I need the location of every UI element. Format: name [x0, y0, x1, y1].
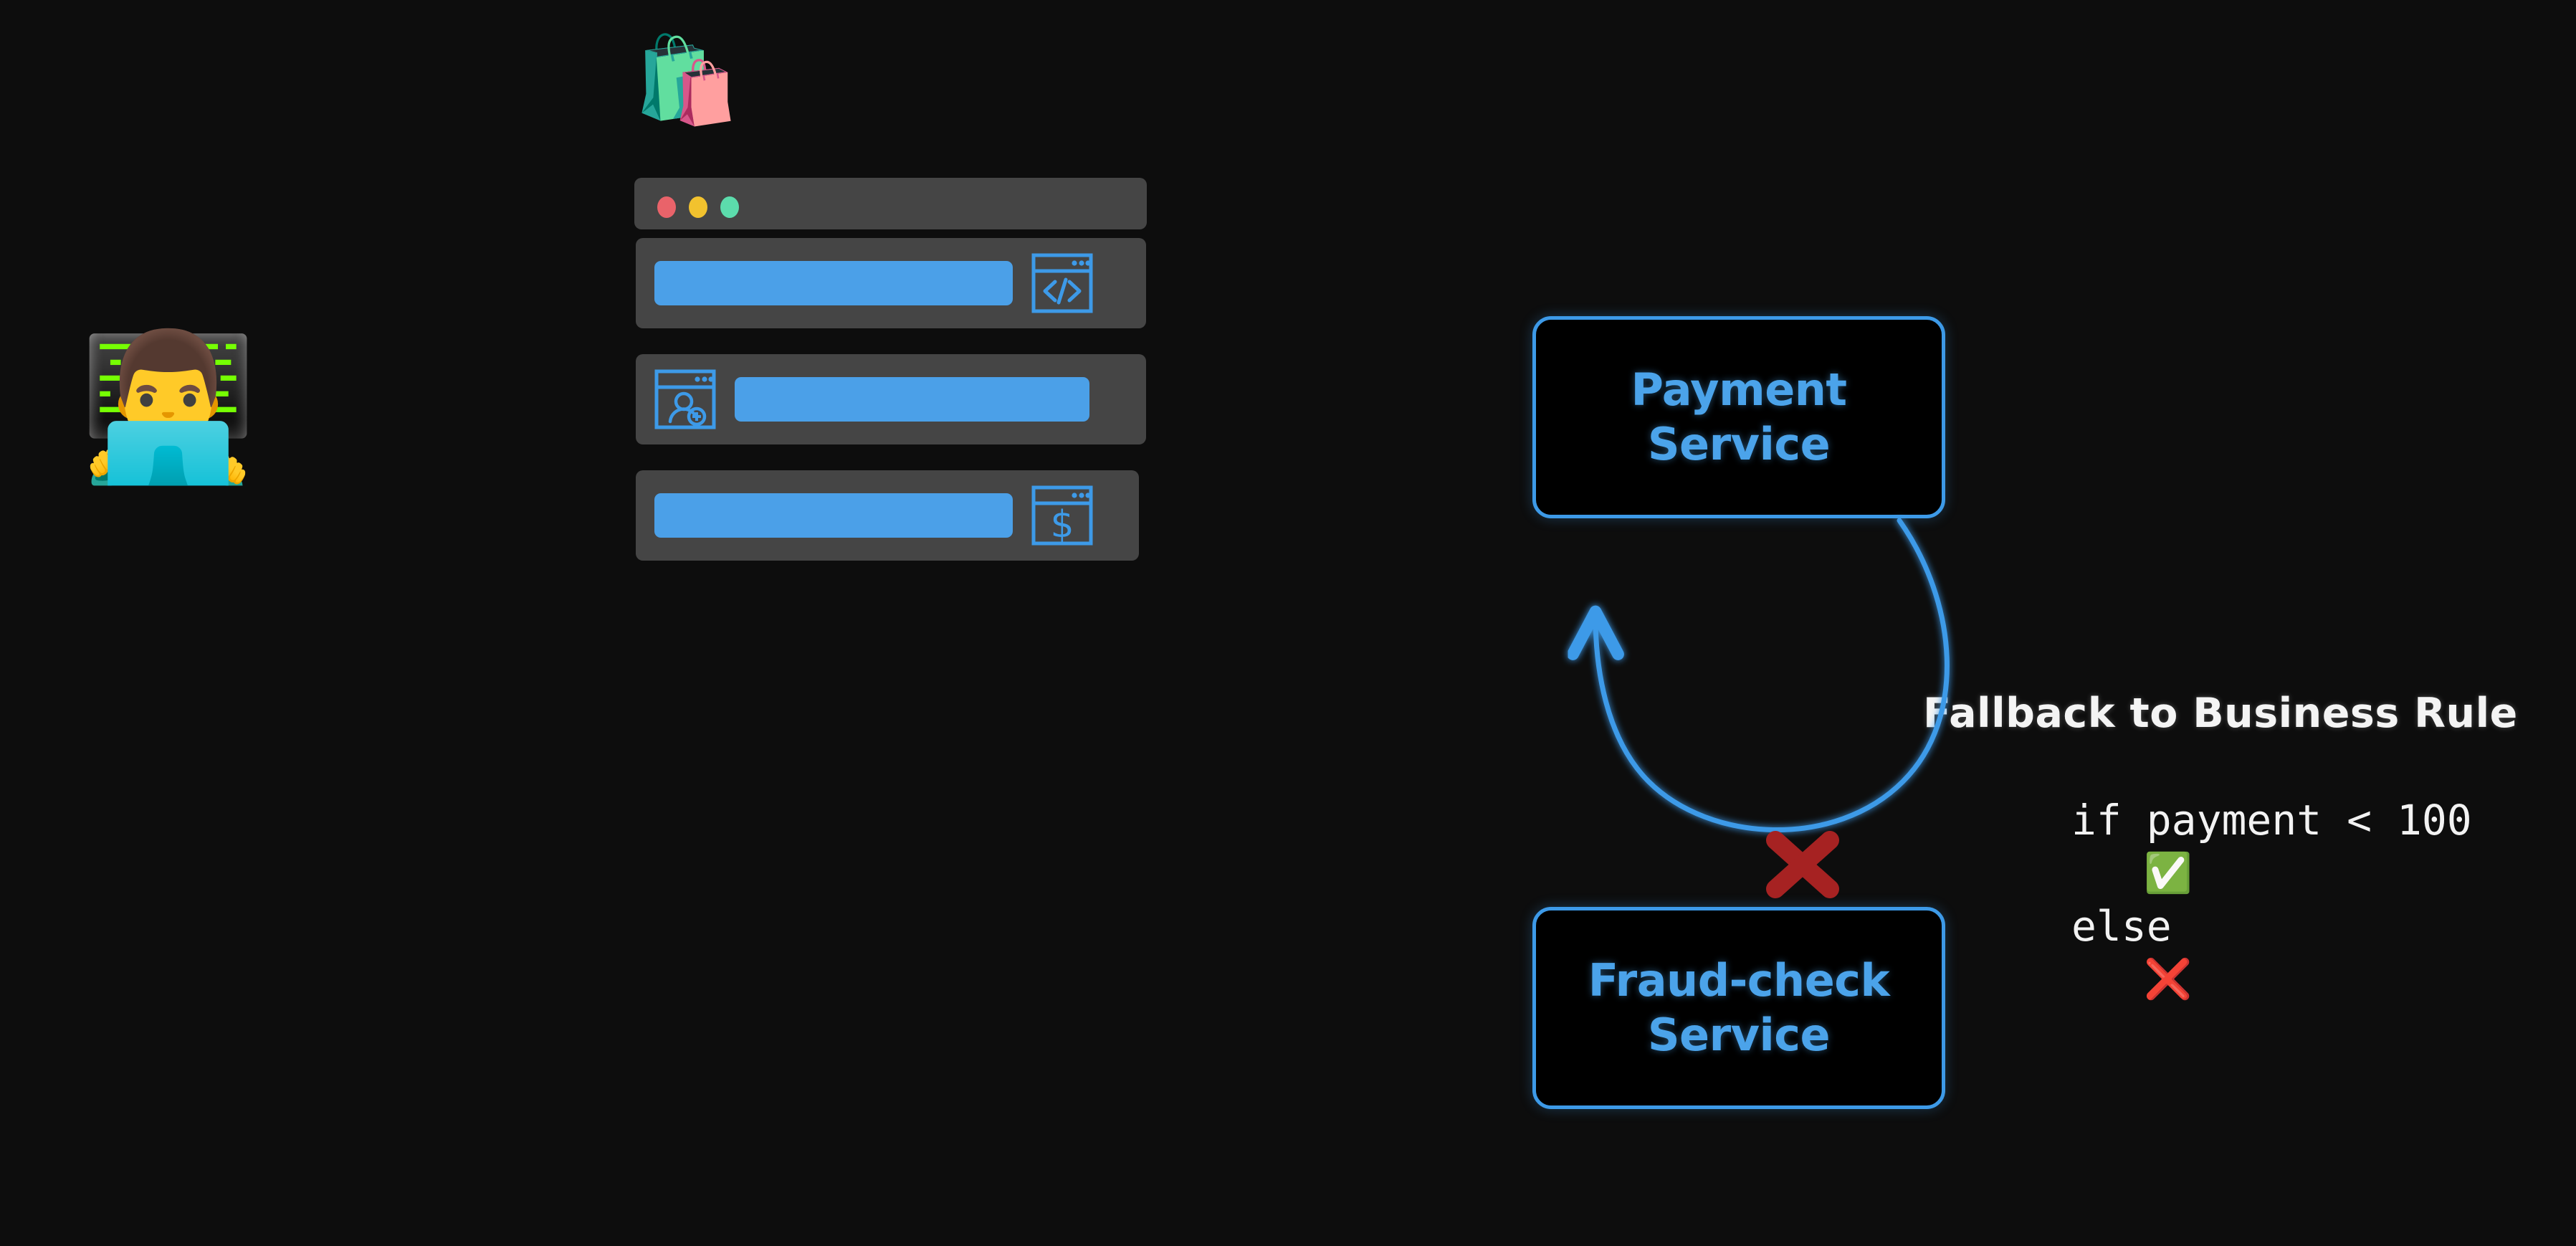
minimize-dot[interactable]: [689, 196, 707, 218]
payment-service-node[interactable]: Payment Service: [1532, 316, 1945, 518]
payment-service-label: Payment Service: [1631, 363, 1847, 470]
fraud-check-service-node[interactable]: Fraud-check Service: [1532, 907, 1945, 1109]
fraud-check-service-label: Fraud-check Service: [1588, 954, 1890, 1061]
content-placeholder-bar: [654, 493, 1013, 538]
mockup-row-2: [636, 354, 1146, 444]
content-placeholder-bar: [735, 377, 1089, 422]
maximize-dot[interactable]: [720, 196, 739, 218]
svg-text:$: $: [1050, 503, 1074, 546]
connector-layer: [305, 362, 1950, 898]
user-add-window-icon: [654, 369, 716, 429]
mockup-row-3: $: [636, 470, 1139, 561]
traffic-light-group: [657, 196, 739, 218]
rule-else-line: else: [2071, 902, 2172, 951]
code-window-icon: [1031, 253, 1093, 313]
close-dot[interactable]: [657, 196, 676, 218]
content-placeholder-bar: [654, 261, 1013, 305]
business-rule-snippet: if payment < 100 ✅ else ❌: [2071, 799, 2573, 999]
red-x-failure-marker: [1766, 831, 1839, 898]
rule-if-line: if payment < 100: [2071, 796, 2472, 845]
mockup-titlebar: [634, 178, 1147, 229]
man-technologist-emoji: 👨‍💻: [79, 323, 258, 490]
fallback-annotation-label: Fallback to Business Rule: [1923, 690, 2518, 737]
shopping-bags-emoji: 🛍️: [634, 30, 739, 129]
browser-mockup: $: [634, 178, 1147, 601]
fallback-loop-arrow: [1595, 518, 1950, 833]
dollar-window-icon: $: [1031, 485, 1093, 546]
check-mark-emoji: ✅: [2144, 850, 2193, 895]
cross-mark-emoji: ❌: [2144, 956, 2193, 1002]
diagram-canvas: 🛍️ 👨‍💻: [0, 0, 2576, 1246]
mockup-row-1: [636, 238, 1146, 328]
